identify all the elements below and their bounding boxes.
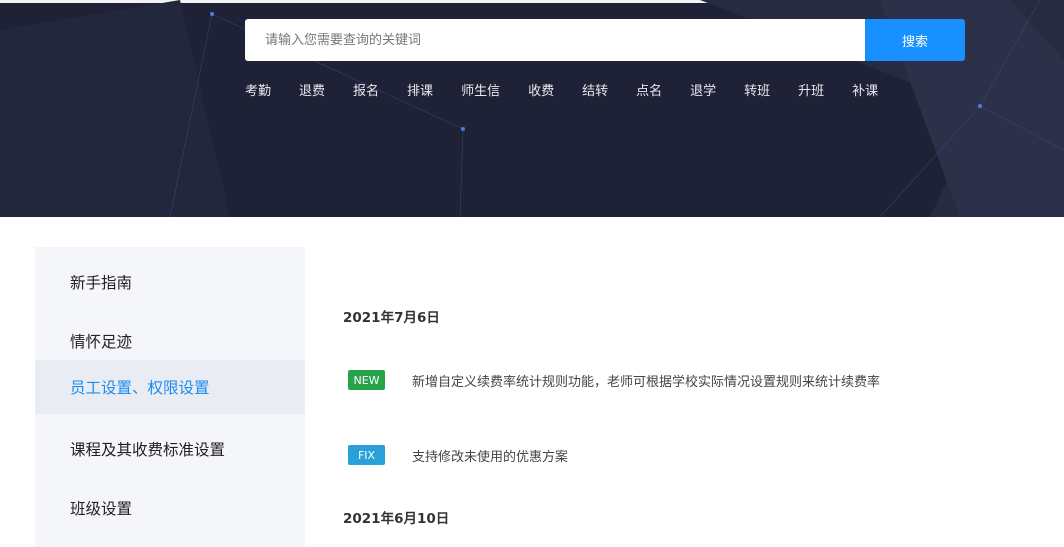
search-bar: 搜索 [245,19,965,61]
changelog-entry: NEW 新增自定义续费率统计规则功能，老师可根据学校实际情况设置规则来统计续费率 [348,370,880,390]
sidebar-item-staff-permissions[interactable]: 员工设置、权限设置 [35,360,305,414]
sidebar-item-history[interactable]: 情怀足迹 [35,306,305,365]
quick-links: 考勤 退费 报名 排课 师生信 收费 结转 点名 退学 转班 升班 补课 [245,82,906,102]
changelog-entry-text: 新增自定义续费率统计规则功能，老师可根据学校实际情况设置规则来统计续费率 [412,374,881,390]
quick-link-withdraw[interactable]: 退学 [690,82,716,102]
quick-link-class-transfer[interactable]: 转班 [744,82,770,102]
sidebar-item-course-fees[interactable]: 课程及其收费标准设置 [35,414,305,473]
quick-link-makeup[interactable]: 补课 [852,82,878,102]
sidebar: 新手指南 情怀足迹 员工设置、权限设置 课程及其收费标准设置 班级设置 [35,247,305,547]
quick-link-schedule[interactable]: 排课 [407,82,433,102]
quick-link-messages[interactable]: 师生信 [461,82,500,102]
quick-link-fees[interactable]: 收费 [528,82,554,102]
search-button[interactable]: 搜索 [865,19,965,61]
changelog-entry: FIX 支持修改未使用的优惠方案 [348,445,568,465]
changelog-date: 2021年7月6日 [343,310,440,326]
fix-tag: FIX [348,445,385,465]
quick-link-carry-over[interactable]: 结转 [582,82,608,102]
sidebar-item-class-settings[interactable]: 班级设置 [35,473,305,532]
search-input[interactable] [245,19,865,61]
new-tag: NEW [348,370,385,390]
changelog-entry-text: 支持修改未使用的优惠方案 [412,449,569,465]
quick-link-promote[interactable]: 升班 [798,82,824,102]
sidebar-item-beginner-guide[interactable]: 新手指南 [35,247,305,306]
quick-link-enroll[interactable]: 报名 [353,82,379,102]
quick-link-roll-call[interactable]: 点名 [636,82,662,102]
quick-link-refund[interactable]: 退费 [299,82,325,102]
quick-link-attendance[interactable]: 考勤 [245,82,271,102]
hero-banner: 搜索 考勤 退费 报名 排课 师生信 收费 结转 点名 退学 转班 升班 补课 [0,0,1064,217]
changelog-date: 2021年6月10日 [343,511,450,527]
